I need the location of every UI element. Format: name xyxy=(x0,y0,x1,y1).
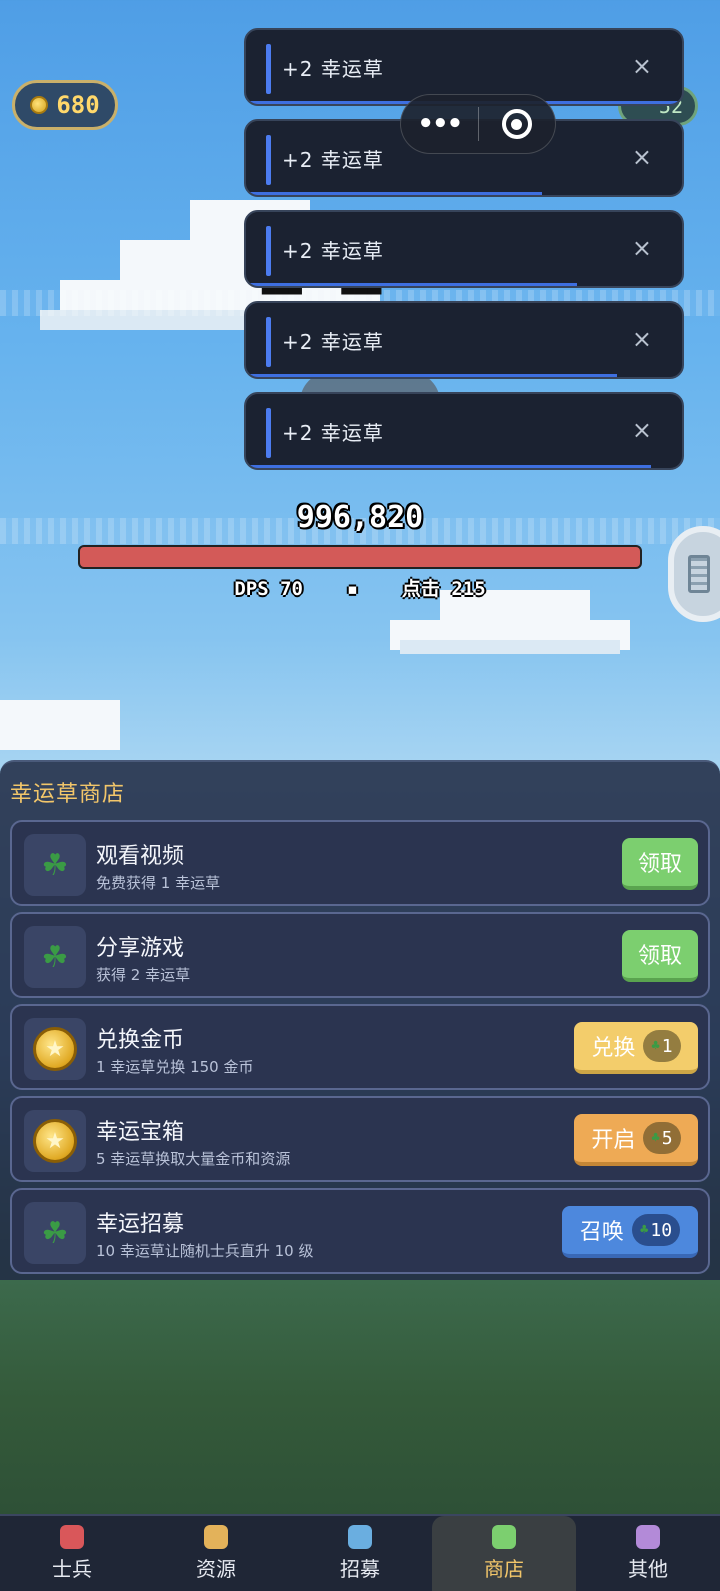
clover-icon: ☘ xyxy=(41,1215,69,1251)
cost-value: 1 xyxy=(661,1035,673,1057)
toast-accent xyxy=(266,226,271,276)
coin-counter: 680 xyxy=(12,80,118,130)
close-icon[interactable]: × xyxy=(632,234,652,262)
item-description: 免费获得 1 幸运草 xyxy=(96,874,221,892)
nav-tab-resources[interactable]: 资源 xyxy=(144,1516,288,1591)
item-icon-box: ★ xyxy=(24,1110,86,1172)
toast-accent xyxy=(266,135,271,185)
item-icon-box: ☘ xyxy=(24,926,86,988)
clover-shop-panel: 幸运草商店 ☘ 观看视频 免费获得 1 幸运草 领取 ☘ 分享游戏 获得 2 幸… xyxy=(0,760,720,1280)
nav-label: 商店 xyxy=(484,1557,524,1581)
exchange-button[interactable]: 兑换 ♣ 1 xyxy=(574,1022,698,1074)
item-icon-box: ☘ xyxy=(24,1202,86,1264)
item-description: 5 幸运草换取大量金币和资源 xyxy=(96,1150,291,1168)
click-damage-label: 点击 215 xyxy=(401,578,486,600)
toast-progress xyxy=(246,283,578,286)
clover-icon: ☘ xyxy=(41,847,69,883)
cost-value: 5 xyxy=(661,1127,673,1149)
toast-accent xyxy=(266,44,271,94)
claim-button[interactable]: 领取 xyxy=(622,838,698,890)
gold-coin-icon: ★ xyxy=(33,1119,77,1163)
item-name: 分享游戏 xyxy=(96,936,185,961)
soldiers-tab-icon xyxy=(60,1525,84,1549)
coin-value: 680 xyxy=(56,91,100,119)
claim-button[interactable]: 领取 xyxy=(622,930,698,982)
clover-icon: ♣ xyxy=(651,1130,660,1146)
cost-badge: ♣ 10 xyxy=(631,1214,681,1246)
bottom-nav: 士兵 资源 招募 商店 其他 xyxy=(0,1514,720,1591)
clover-icon: ♣ xyxy=(639,1222,649,1238)
shop-item-lucky-recruit: ☘ 幸运招募 10 幸运草让随机士兵直升 10 级 召唤 ♣ 10 xyxy=(10,1188,710,1274)
recruit-tab-icon xyxy=(348,1525,372,1549)
gold-coin-icon: ★ xyxy=(33,1027,77,1071)
toast-notification: +2 幸运草 × xyxy=(244,392,684,470)
coin-icon xyxy=(30,96,49,114)
enemy-hp-value: 996,820 xyxy=(296,500,424,535)
clover-icon: ♣ xyxy=(651,1038,660,1054)
item-icon-box: ☘ xyxy=(24,834,86,896)
item-description: 1 幸运草兑换 150 金币 xyxy=(96,1058,254,1076)
target-icon xyxy=(501,109,532,139)
toast-text: +2 幸运草 xyxy=(282,329,384,354)
close-icon[interactable]: × xyxy=(632,325,652,353)
toast-notification: +2 幸运草 × xyxy=(244,301,684,379)
close-icon[interactable]: × xyxy=(632,52,652,80)
item-name: 观看视频 xyxy=(96,844,185,869)
summon-button[interactable]: 召唤 ♣ 10 xyxy=(562,1206,698,1258)
other-tab-icon xyxy=(636,1525,660,1549)
item-description: 10 幸运草让随机士兵直升 10 级 xyxy=(96,1242,314,1260)
nav-tab-recruit[interactable]: 招募 xyxy=(288,1516,432,1591)
close-miniprogram-button[interactable] xyxy=(479,109,556,139)
item-name: 幸运宝箱 xyxy=(96,1120,185,1145)
item-icon-box: ★ xyxy=(24,1018,86,1080)
nav-label: 士兵 xyxy=(52,1557,92,1581)
combat-stats: DPS 70 ▪ 点击 215 xyxy=(0,574,720,601)
shop-item-lucky-chest: ★ 幸运宝箱 5 幸运草换取大量金币和资源 开启 ♣ 5 xyxy=(10,1096,710,1182)
open-button[interactable]: 开启 ♣ 5 xyxy=(574,1114,698,1166)
toast-text: +2 幸运草 xyxy=(282,147,384,172)
toast-accent xyxy=(266,408,271,458)
shop-title: 幸运草商店 xyxy=(10,782,126,807)
resources-tab-icon xyxy=(204,1525,228,1549)
shop-item-exchange-gold: ★ 兑换金币 1 幸运草兑换 150 金币 兑换 ♣ 1 xyxy=(10,1004,710,1090)
toast-progress xyxy=(246,465,652,468)
toast-text: +2 幸运草 xyxy=(282,56,384,81)
button-label: 领取 xyxy=(637,944,682,969)
cost-badge: ♣ 5 xyxy=(643,1122,681,1154)
dps-label: DPS 70 xyxy=(234,578,303,600)
more-options-icon[interactable]: ••• xyxy=(401,109,478,139)
shop-item-share-game: ☘ 分享游戏 获得 2 幸运草 领取 xyxy=(10,912,710,998)
cost-badge: ♣ 1 xyxy=(643,1030,681,1062)
shop-item-watch-video: ☘ 观看视频 免费获得 1 幸运草 领取 xyxy=(10,820,710,906)
toast-accent xyxy=(266,317,271,367)
nav-label: 招募 xyxy=(340,1557,380,1581)
item-name: 幸运招募 xyxy=(96,1212,185,1237)
nav-tab-shop[interactable]: 商店 xyxy=(432,1516,576,1591)
shop-tab-icon xyxy=(492,1525,516,1549)
button-label: 领取 xyxy=(637,852,682,877)
enemy-hp-bar xyxy=(78,545,642,569)
toast-notification: +2 幸运草 × xyxy=(244,210,684,288)
stats-separator: ▪ xyxy=(346,578,359,600)
button-label: 召唤 xyxy=(579,1220,624,1245)
button-label: 开启 xyxy=(591,1128,636,1153)
toast-progress xyxy=(246,374,617,377)
item-description: 获得 2 幸运草 xyxy=(96,966,191,984)
close-icon[interactable]: × xyxy=(632,143,652,171)
nav-label: 其他 xyxy=(628,1557,668,1581)
item-name: 兑换金币 xyxy=(96,1028,185,1053)
toast-text: +2 幸运草 xyxy=(282,420,384,445)
close-icon[interactable]: × xyxy=(632,416,652,444)
cost-value: 10 xyxy=(650,1219,673,1241)
nav-tab-other[interactable]: 其他 xyxy=(576,1516,720,1591)
miniprogram-capsule: ••• xyxy=(400,94,556,154)
nav-label: 资源 xyxy=(196,1557,236,1581)
toast-progress xyxy=(246,192,543,195)
button-label: 兑换 xyxy=(591,1036,636,1061)
toast-text: +2 幸运草 xyxy=(282,238,384,263)
nav-tab-soldiers[interactable]: 士兵 xyxy=(0,1516,144,1591)
clover-icon: ☘ xyxy=(41,939,69,975)
